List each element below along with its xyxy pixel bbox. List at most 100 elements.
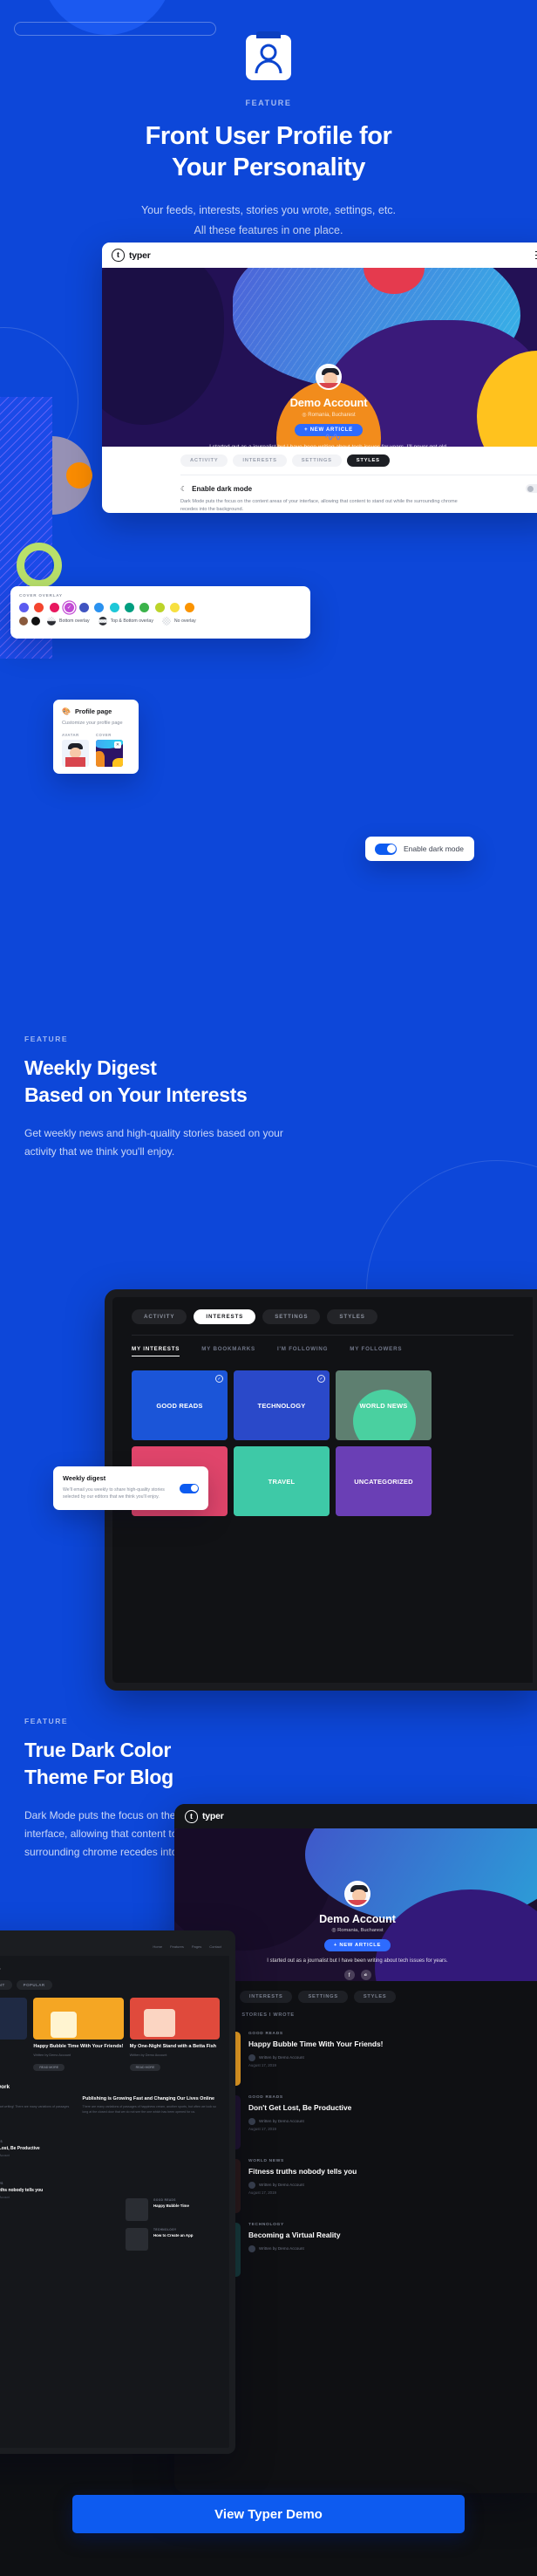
- subtab-stories-i-wrote[interactable]: STORIES I WROTE: [241, 2012, 294, 2021]
- hero-section: FEATURE Front User Profile for Your Pers…: [0, 0, 537, 241]
- featured-card[interactable]: Happy News! Written by Demo Account READ…: [0, 1998, 28, 2073]
- no-overlay-icon[interactable]: [161, 617, 171, 625]
- interest-card[interactable]: ✓ GOOD READS: [132, 1370, 228, 1440]
- cover-thumbnail[interactable]: ✕: [96, 740, 123, 767]
- mockup4-nav: Home Features Pages Contact: [153, 1944, 221, 1949]
- hero-subtitle: Your feeds, interests, stories you wrote…: [0, 201, 537, 241]
- interest-card[interactable]: TRAVEL: [234, 1446, 330, 1516]
- color-swatch[interactable]: [109, 603, 119, 612]
- featured-filter-pills: FEATURED RECENT POPULAR: [0, 1980, 220, 1990]
- subtab-my-interests[interactable]: MY INTERESTS: [132, 1346, 180, 1356]
- color-swatch-selected[interactable]: [64, 603, 74, 612]
- latest-article-row[interactable]: GOOD READS Don't Get Lost, Be Productive…: [0, 2140, 220, 2175]
- color-swatch[interactable]: [19, 603, 29, 612]
- brand-logo[interactable]: t typer: [185, 1809, 224, 1823]
- tab-styles[interactable]: STYLES: [346, 454, 390, 467]
- pill-popular[interactable]: POPULAR: [16, 1980, 52, 1990]
- dark-mode-toggle[interactable]: [526, 484, 537, 493]
- brand-logo[interactable]: t typer: [112, 249, 151, 262]
- tab-interests[interactable]: INTERESTS: [239, 1991, 293, 2003]
- interest-card[interactable]: UNCATEGORIZED: [336, 1446, 432, 1516]
- article-date: August 17, 2019: [248, 2190, 276, 2195]
- avatar-label: AVATAR: [62, 733, 79, 737]
- article-title[interactable]: Fitness truths nobody tells you: [0, 2188, 43, 2194]
- mockup3-topbar: t typer: [174, 1804, 537, 1828]
- card-title[interactable]: My One-Night Stand with a Betta Fish: [130, 2044, 220, 2050]
- color-swatch[interactable]: [125, 603, 135, 612]
- subtab-my-followers[interactable]: MY FOLLOWERS: [350, 1346, 402, 1356]
- list-item[interactable]: WORLD NEWS Fitness truths nobody tells y…: [187, 2159, 528, 2213]
- list-item[interactable]: GOOD READS Don't Get Lost, Be Productive…: [187, 2095, 528, 2149]
- color-swatch[interactable]: [154, 603, 165, 612]
- close-icon[interactable]: ✕: [114, 741, 121, 748]
- color-swatch[interactable]: [34, 603, 44, 612]
- article-title[interactable]: Becoming a Virtual Reality: [248, 2231, 341, 2240]
- list-item[interactable]: TECHNOLOGY Becoming a Virtual Reality Wr…: [187, 2223, 528, 2277]
- article-title[interactable]: How to Create an App: [153, 2233, 193, 2238]
- featured-card-row: Happy News! Written by Demo Account READ…: [0, 1990, 229, 2073]
- top-bottom-overlay-label[interactable]: Top & Bottom overlay: [111, 618, 153, 624]
- avatar: [248, 2245, 255, 2252]
- tab-styles[interactable]: STYLES: [353, 1991, 397, 2003]
- bottom-overlay-icon[interactable]: [47, 617, 56, 625]
- card-title[interactable]: Happy News!: [0, 2044, 27, 2050]
- tab-interests[interactable]: INTERESTS: [233, 454, 287, 467]
- list-item[interactable]: GOOD READS Happy Bubble Time With Your F…: [187, 2032, 528, 2086]
- article-title[interactable]: Happy Bubble Time: [153, 2204, 189, 2209]
- color-swatch[interactable]: [94, 603, 105, 612]
- moon-icon: ☾: [180, 484, 187, 493]
- avatar-thumbnail[interactable]: [62, 740, 89, 767]
- color-swatch[interactable]: [31, 617, 40, 625]
- tab-interests[interactable]: INTERESTS: [194, 1309, 256, 1324]
- tab-settings[interactable]: SETTINGS: [291, 454, 342, 467]
- article-thumbnail: [126, 2198, 148, 2221]
- tab-settings[interactable]: SETTINGS: [262, 1309, 321, 1324]
- sidebar-item[interactable]: TECHNOLOGY How to Create an App: [126, 2228, 221, 2251]
- network-post-title[interactable]: Publishing is Growing Fast and Changing …: [83, 2096, 221, 2101]
- color-swatch[interactable]: [169, 603, 180, 612]
- network-post-title[interactable]: Hello World!: [0, 2096, 75, 2101]
- no-overlay-label[interactable]: No overlay: [174, 618, 196, 624]
- tab-settings[interactable]: SETTINGS: [298, 1991, 348, 2003]
- facebook-icon[interactable]: f: [343, 1970, 355, 1980]
- nav-link[interactable]: Features: [170, 1944, 184, 1949]
- featured-card[interactable]: My One-Night Stand with a Betta Fish Wri…: [129, 1998, 220, 2073]
- subtab-im-following[interactable]: I'M FOLLOWING: [277, 1346, 328, 1356]
- color-swatch[interactable]: [49, 603, 59, 612]
- interest-card[interactable]: ✓ TECHNOLOGY: [234, 1370, 330, 1440]
- article-title[interactable]: Fitness truths nobody tells you: [248, 2167, 357, 2176]
- nav-link[interactable]: Pages: [192, 1944, 201, 1949]
- subtab-my-bookmarks[interactable]: MY BOOKMARKS: [201, 1346, 255, 1356]
- article-title[interactable]: Happy Bubble Time With Your Friends!: [248, 2040, 383, 2049]
- cover-upload[interactable]: COVER ✕: [96, 733, 123, 767]
- article-date: August 17, 2019: [248, 2126, 276, 2131]
- top-bottom-overlay-icon[interactable]: [98, 617, 107, 625]
- article-title[interactable]: Don't Get Lost, Be Productive: [0, 2146, 40, 2152]
- tab-activity[interactable]: ACTIVITY: [180, 454, 228, 467]
- pill-recent[interactable]: RECENT: [0, 1980, 12, 1990]
- color-swatch[interactable]: [79, 603, 90, 612]
- nav-link[interactable]: Contact: [209, 1944, 221, 1949]
- new-article-button[interactable]: + NEW ARTICLE: [323, 1939, 391, 1951]
- tab-styles[interactable]: STYLES: [327, 1309, 377, 1324]
- color-swatch[interactable]: [185, 603, 195, 612]
- read-more-button[interactable]: READ MORE: [33, 2064, 65, 2072]
- color-swatch[interactable]: [19, 617, 28, 625]
- card-title[interactable]: Happy Bubble Time With Your Friends!: [33, 2044, 123, 2050]
- network-section: New from your network Hello World! This …: [0, 2073, 229, 2115]
- view-typer-demo-button[interactable]: View Typer Demo: [72, 2495, 465, 2533]
- bottom-overlay-label[interactable]: Bottom overlay: [59, 618, 90, 624]
- enable-dark-mode-toggle[interactable]: [375, 843, 397, 855]
- sidebar-item[interactable]: GOOD READS Happy Bubble Time: [126, 2198, 221, 2221]
- article-title[interactable]: Don't Get Lost, Be Productive: [248, 2103, 351, 2113]
- interest-card[interactable]: WORLD NEWS: [336, 1370, 432, 1440]
- tab-activity[interactable]: ACTIVITY: [132, 1309, 187, 1324]
- featured-card[interactable]: Happy Bubble Time With Your Friends! Wri…: [33, 1998, 124, 2073]
- color-swatch[interactable]: [139, 603, 150, 612]
- hero-sub-line1: Your feeds, interests, stories you wrote…: [140, 203, 397, 216]
- section3-eyebrow: FEATURE: [24, 1717, 69, 1725]
- avatar-upload[interactable]: AVATAR: [62, 733, 89, 767]
- read-more-button[interactable]: READ MORE: [129, 2064, 161, 2072]
- nav-link[interactable]: Home: [153, 1944, 162, 1949]
- twitter-icon[interactable]: 𝒶: [360, 1970, 371, 1980]
